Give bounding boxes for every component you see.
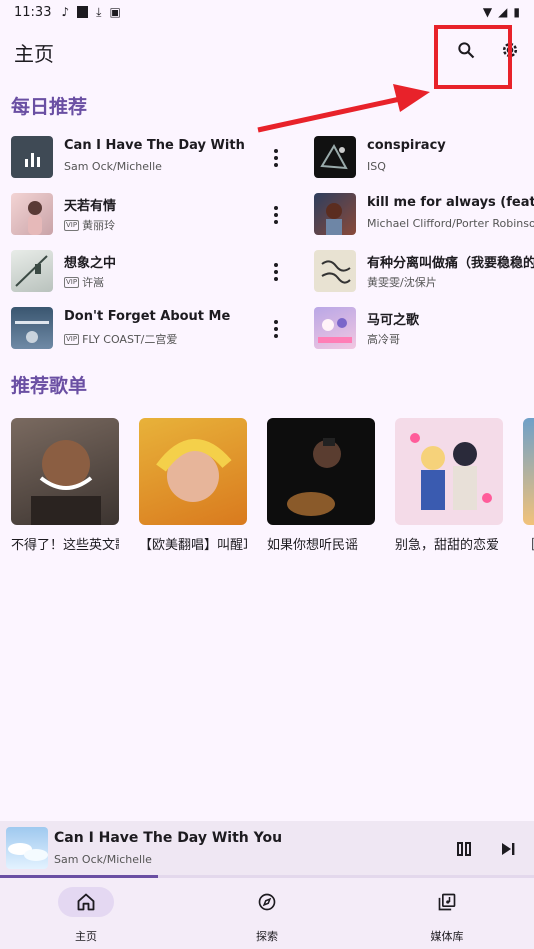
app-notification-icon xyxy=(77,6,89,18)
playlist-title: ［ xyxy=(523,534,534,553)
song-cover xyxy=(314,307,356,349)
playlist-cover xyxy=(395,418,503,525)
song-more-button[interactable] xyxy=(264,203,288,227)
song-more-button[interactable] xyxy=(264,260,288,284)
song-artist: VIP FLY COAST/二宫爱 xyxy=(64,333,178,346)
playlist-title: 别急，甜甜的恋爱 xyxy=(395,538,500,553)
song-item[interactable]: conspiracy ISQ xyxy=(314,134,534,180)
song-title: kill me for always (feat. porter robinso… xyxy=(367,195,534,210)
song-item[interactable]: kill me for always (feat. porter robinso… xyxy=(314,191,534,237)
nav-explore[interactable]: 探索 xyxy=(217,886,317,943)
bottom-navigation: 主页 探索 媒体库 xyxy=(0,878,534,949)
highlight-box xyxy=(434,25,512,89)
song-artist: 高冷哥 xyxy=(367,333,400,346)
mini-player[interactable]: Can I Have The Day With You Sam Ock/Mich… xyxy=(0,821,534,877)
download-icon: ⤓ xyxy=(96,5,102,19)
song-artist: 黄雯雯/沈保片 xyxy=(367,276,437,289)
song-item[interactable]: 有种分离叫做痛（我要稳稳的幸福） 黄雯雯/沈保片 xyxy=(314,248,534,294)
song-artist: VIP 黄丽玲 xyxy=(64,219,116,232)
song-item[interactable]: 天若有情 VIP 黄丽玲 xyxy=(11,191,251,237)
signal-icon: ◢ xyxy=(498,5,508,19)
now-playing-artist: Sam Ock/Michelle xyxy=(54,853,152,866)
playlist-title: 【欧美翻唱】叫醒耳朵 xyxy=(139,538,247,553)
nav-home-label: 主页 xyxy=(75,930,97,943)
nav-home[interactable]: 主页 xyxy=(36,886,136,943)
daily-recommend-heading: 每日推荐 xyxy=(11,96,88,118)
nav-explore-label: 探索 xyxy=(256,930,278,943)
playlist-card[interactable]: 如果你想听民谣 xyxy=(267,418,375,553)
song-title: 天若有情 xyxy=(64,199,117,214)
song-title: 有种分离叫做痛（我要稳稳的幸福） xyxy=(367,256,534,271)
pause-button[interactable] xyxy=(452,837,476,861)
status-notification-icons: ♪ ⤓ ▣ xyxy=(61,5,121,19)
vip-badge: VIP xyxy=(64,333,80,345)
song-artist: Michael Clifford/Porter Robinson xyxy=(367,217,534,230)
compass-icon xyxy=(258,893,276,911)
song-cover xyxy=(314,250,356,292)
playlist-card[interactable]: 【欧美翻唱】叫醒耳朵 xyxy=(139,418,247,553)
music-note-icon: ♪ xyxy=(61,5,70,19)
home-icon xyxy=(77,893,95,911)
song-title: 想象之中 xyxy=(64,256,117,271)
nav-library[interactable]: 媒体库 xyxy=(397,886,497,943)
song-item[interactable]: 想象之中 VIP 许嵩 xyxy=(11,248,251,294)
song-item[interactable]: Can I Have The Day With You Sam Ock/Mich… xyxy=(11,134,244,180)
playlist-cover xyxy=(267,418,375,525)
image-notification-icon: ▣ xyxy=(109,5,121,19)
song-artist: Sam Ock/Michelle xyxy=(64,160,162,173)
song-title: Don't Forget About Me xyxy=(64,309,231,324)
nav-library-indicator xyxy=(419,887,475,917)
now-playing-cover xyxy=(6,827,48,869)
song-cover xyxy=(11,250,53,292)
song-cover xyxy=(11,193,53,235)
song-artist: ISQ xyxy=(367,160,386,173)
song-item[interactable]: Don't Forget About Me VIP FLY COAST/二宫爱 xyxy=(11,305,251,351)
wifi-icon: ▼ xyxy=(482,5,493,19)
library-icon xyxy=(438,893,456,911)
next-track-button[interactable] xyxy=(496,837,520,861)
skip-next-icon xyxy=(502,843,515,855)
song-title: Can I Have The Day With You xyxy=(64,138,244,153)
song-item[interactable]: 马可之歌 高冷哥 xyxy=(314,305,534,351)
song-more-button[interactable] xyxy=(264,317,288,341)
nav-explore-indicator xyxy=(239,887,295,917)
playlist-title: 如果你想听民谣 xyxy=(267,538,359,553)
song-title: 马可之歌 xyxy=(367,313,420,328)
song-cover xyxy=(314,193,356,235)
song-cover xyxy=(314,136,356,178)
status-time: 11:33 xyxy=(14,4,52,20)
pause-icon xyxy=(457,842,471,856)
playlist-card[interactable]: 不得了！这些英文歌 xyxy=(11,418,119,553)
vip-badge: VIP xyxy=(64,219,80,231)
page-title: 主页 xyxy=(14,42,54,66)
song-more-button[interactable] xyxy=(264,146,288,170)
vip-badge: VIP xyxy=(64,276,80,288)
song-cover xyxy=(11,307,53,349)
playlist-cover xyxy=(11,418,119,525)
playlist-cover xyxy=(523,418,534,525)
playlist-card[interactable]: 别急，甜甜的恋爱 xyxy=(395,418,503,553)
song-artist: VIP 许嵩 xyxy=(64,276,105,289)
nav-home-indicator xyxy=(58,887,114,917)
song-cover xyxy=(11,136,53,178)
nav-library-label: 媒体库 xyxy=(430,930,464,943)
status-bar: 11:33 ♪ ⤓ ▣ ▼ ◢ ▮ xyxy=(0,0,534,24)
playlist-title: 不得了！这些英文歌 xyxy=(11,538,119,553)
battery-icon: ▮ xyxy=(513,5,520,19)
playlists-heading: 推荐歌单 xyxy=(11,375,88,397)
playlist-cover xyxy=(139,418,247,525)
now-playing-title: Can I Have The Day With You xyxy=(54,830,283,846)
song-title: conspiracy xyxy=(367,138,446,153)
playlist-card[interactable]: ［ xyxy=(523,418,534,553)
